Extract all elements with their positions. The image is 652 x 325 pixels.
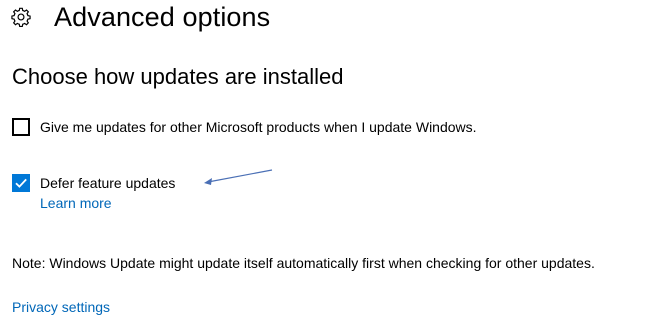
note-text: Note: Windows Update might update itself… <box>12 255 595 271</box>
section-title: Choose how updates are installed <box>12 64 344 89</box>
learn-more-link[interactable]: Learn more <box>40 195 112 211</box>
defer-feature-updates-checkbox[interactable] <box>12 174 30 192</box>
checkmark-icon <box>15 178 27 188</box>
page-header: Advanced options <box>10 0 270 34</box>
privacy-settings-link[interactable]: Privacy settings <box>12 299 110 315</box>
defer-feature-updates-option[interactable]: Defer feature updates <box>12 174 175 192</box>
microsoft-products-option[interactable]: Give me updates for other Microsoft prod… <box>12 118 477 136</box>
annotation-arrow-icon <box>204 169 273 185</box>
microsoft-products-label[interactable]: Give me updates for other Microsoft prod… <box>40 119 477 135</box>
page-title: Advanced options <box>54 1 271 32</box>
microsoft-products-checkbox[interactable] <box>12 118 30 136</box>
gear-icon <box>10 6 32 28</box>
defer-feature-updates-label[interactable]: Defer feature updates <box>40 175 175 191</box>
